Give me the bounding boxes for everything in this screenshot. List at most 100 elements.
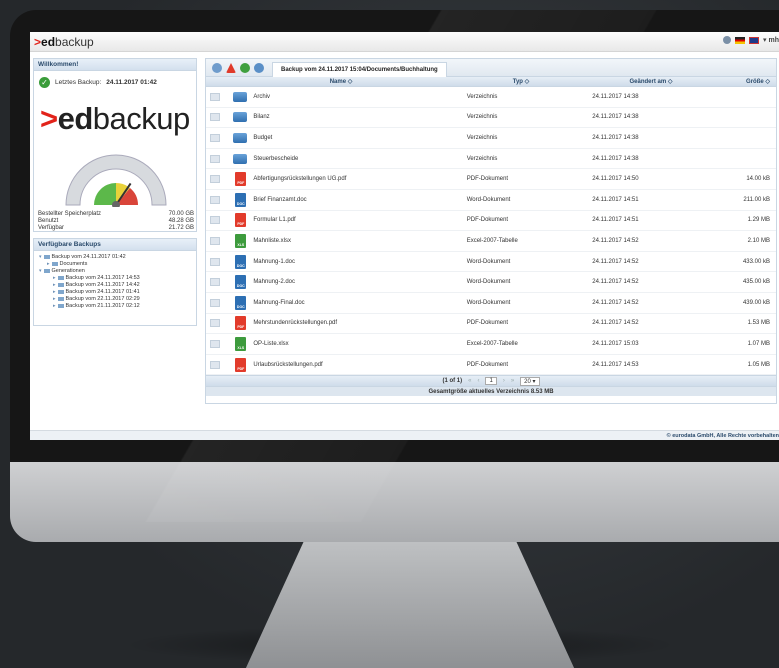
- folder-icon: [43, 268, 50, 273]
- file-name[interactable]: Mahnung-1.doc: [253, 259, 295, 265]
- restore-icon[interactable]: [240, 63, 250, 73]
- file-date: 24.11.2017 14:38: [592, 114, 639, 121]
- app-logo[interactable]: >edbackup: [34, 35, 94, 49]
- last-backup-value: 24.11.2017 01:42: [106, 79, 157, 86]
- refresh-icon[interactable]: [254, 63, 264, 73]
- next-page-button[interactable]: ›: [503, 378, 505, 384]
- tree-item[interactable]: ▸ Backup vom 22.11.2017 02:29: [39, 296, 191, 303]
- row-checkbox[interactable]: [210, 154, 220, 163]
- file-browser: Backup vom 24.11.2017 15:04/Documents/Bu…: [205, 58, 777, 404]
- row-checkbox[interactable]: [210, 319, 220, 328]
- screen: >edbackup ▾ mh Willkommen! ✓ Letztes Bac…: [30, 32, 779, 440]
- tree-item[interactable]: ▸ Documents: [39, 261, 191, 268]
- top-bar-actions: ▾ mh: [723, 36, 779, 44]
- row-checkbox[interactable]: [210, 339, 220, 348]
- file-name[interactable]: Mehrstundenrückstellungen.pdf: [253, 320, 337, 326]
- row-checkbox[interactable]: [210, 360, 220, 369]
- file-name[interactable]: Urlaubsrückstellungen.pdf: [253, 362, 322, 368]
- file-size: 14.00 kB: [746, 176, 770, 183]
- file-name[interactable]: Archiv: [253, 94, 270, 100]
- header-size[interactable]: Größe ◇: [716, 78, 776, 85]
- last-page-button[interactable]: »: [511, 378, 514, 384]
- file-name[interactable]: Mahnliste.xlsx: [253, 238, 291, 244]
- file-name[interactable]: OP-Liste.xlsx: [253, 341, 288, 347]
- flag-de-icon[interactable]: [735, 36, 746, 44]
- tree-item[interactable]: ▸ Backup vom 24.11.2017 01:41: [39, 289, 191, 296]
- current-page[interactable]: 1: [485, 377, 497, 386]
- last-backup: ✓ Letztes Backup: 24.11.2017 01:42: [39, 77, 157, 88]
- file-list: Archiv Verzeichnis 24.11.2017 14:38 Bilanz V…: [206, 87, 776, 376]
- row-checkbox[interactable]: [210, 298, 220, 307]
- row-checkbox[interactable]: [210, 175, 220, 184]
- folder-icon: [57, 275, 64, 280]
- row-checkbox[interactable]: [210, 195, 220, 204]
- table-row[interactable]: Bilanz Verzeichnis 24.11.2017 14:38: [206, 108, 776, 129]
- table-row[interactable]: Archiv Verzeichnis 24.11.2017 14:38: [206, 87, 776, 108]
- per-page-select[interactable]: 20 ▾: [520, 376, 540, 386]
- row-checkbox[interactable]: [210, 92, 220, 101]
- file-name[interactable]: Brief Finanzamt.doc: [253, 197, 306, 203]
- header-name[interactable]: Name ◇: [226, 78, 456, 85]
- file-type: Excel-2007-Tabelle: [466, 340, 518, 347]
- header-typ[interactable]: Typ ◇: [456, 78, 586, 85]
- tree-item[interactable]: ▾ Backup vom 24.11.2017 01:42: [39, 254, 191, 261]
- table-row[interactable]: Steuerbescheide Verzeichnis 24.11.2017 14:…: [206, 149, 776, 170]
- file-type: PDF-Dokument: [466, 176, 509, 183]
- file-size: 1.07 MB: [747, 340, 770, 347]
- first-page-button[interactable]: «: [468, 378, 471, 384]
- row-checkbox[interactable]: [210, 113, 220, 122]
- table-row[interactable]: DOC Mahnung-1.doc Word-Dokument 24.11.2017 …: [206, 252, 776, 273]
- file-date: 24.11.2017 14:38: [592, 93, 639, 100]
- row-checkbox[interactable]: [210, 133, 220, 142]
- header-date[interactable]: Geändert am ◇: [586, 78, 716, 85]
- table-row[interactable]: PDF Mehrstundenrückstellungen.pdf PDF-Doku…: [206, 314, 776, 335]
- row-checkbox[interactable]: [210, 216, 220, 225]
- file-size: 2.10 MB: [747, 237, 770, 244]
- pager: (1 of 1) « ‹ 1 › » 20 ▾: [206, 375, 776, 387]
- table-row[interactable]: PDF Abfertigungsrückstellungen UG.pdf PDF-…: [206, 169, 776, 190]
- table-row[interactable]: Budget Verzeichnis 24.11.2017 14:38: [206, 128, 776, 149]
- folder-file-icon: [233, 91, 248, 102]
- tree-item[interactable]: ▸ Backup vom 24.11.2017 14:42: [39, 282, 191, 289]
- tree-item[interactable]: ▾ Generationen: [39, 268, 191, 275]
- up-icon[interactable]: [226, 63, 236, 73]
- file-type: Word-Dokument: [466, 196, 511, 203]
- prev-page-button[interactable]: ‹: [477, 378, 479, 384]
- table-row[interactable]: PDF Formular L1.pdf PDF-Dokument 24.11.2017…: [206, 211, 776, 232]
- file-name[interactable]: Steuerbescheide: [253, 156, 298, 162]
- user-menu[interactable]: ▾ mh: [763, 36, 779, 44]
- file-name[interactable]: Bilanz: [253, 114, 269, 120]
- file-size: 211.00 kB: [743, 196, 770, 203]
- table-row[interactable]: PDF Urlaubsrückstellungen.pdf PDF-Dokument…: [206, 355, 776, 376]
- home-icon[interactable]: [212, 63, 222, 73]
- tree-item[interactable]: ▸ Backup vom 21.11.2017 02:12: [39, 303, 191, 310]
- tree-item[interactable]: ▸ Backup vom 24.11.2017 14:53: [39, 275, 191, 282]
- file-name[interactable]: Budget: [253, 135, 272, 141]
- row-checkbox[interactable]: [210, 257, 220, 266]
- file-name[interactable]: Mahnung-2.doc: [253, 279, 295, 285]
- file-name[interactable]: Abfertigungsrückstellungen UG.pdf: [253, 176, 346, 182]
- folder-icon: [43, 254, 50, 259]
- row-checkbox[interactable]: [210, 278, 220, 287]
- folder-icon: [51, 261, 58, 266]
- table-row[interactable]: DOC Mahnung-Final.doc Word-Dokument 24.11.2…: [206, 293, 776, 314]
- settings-icon[interactable]: [723, 36, 732, 44]
- folder-icon: [57, 282, 64, 287]
- table-row[interactable]: XLS Mahnliste.xlsx Excel-2007-Tabelle 24.11…: [206, 231, 776, 252]
- flag-gb-icon[interactable]: [749, 36, 760, 44]
- table-row[interactable]: DOC Brief Finanzamt.doc Word-Dokument 24.11…: [206, 190, 776, 211]
- file-date: 24.11.2017 15:03: [592, 340, 639, 347]
- row-checkbox[interactable]: [210, 236, 220, 245]
- table-row[interactable]: DOC Mahnung-2.doc Word-Dokument 24.11.2017 …: [206, 272, 776, 293]
- storage-info: Bestellter Speicherplatz 70.00 GB Benutzt…: [38, 211, 194, 232]
- table-row[interactable]: XLS OP-Liste.xlsx Excel-2007-Tabelle 24.11.…: [206, 334, 776, 355]
- file-type: PDF-Dokument: [466, 320, 509, 327]
- tab-path[interactable]: Backup vom 24.11.2017 15:04/Documents/Bu…: [272, 62, 447, 77]
- file-date: 24.11.2017 14:52: [592, 320, 639, 327]
- file-type: Word-Dokument: [466, 258, 511, 265]
- check-icon: ✓: [39, 77, 50, 88]
- monitor-chin: [10, 462, 779, 542]
- storage-row: Verfügbar 21.72 GB: [38, 225, 194, 231]
- file-name[interactable]: Mahnung-Final.doc: [253, 300, 304, 306]
- file-name[interactable]: Formular L1.pdf: [253, 217, 295, 223]
